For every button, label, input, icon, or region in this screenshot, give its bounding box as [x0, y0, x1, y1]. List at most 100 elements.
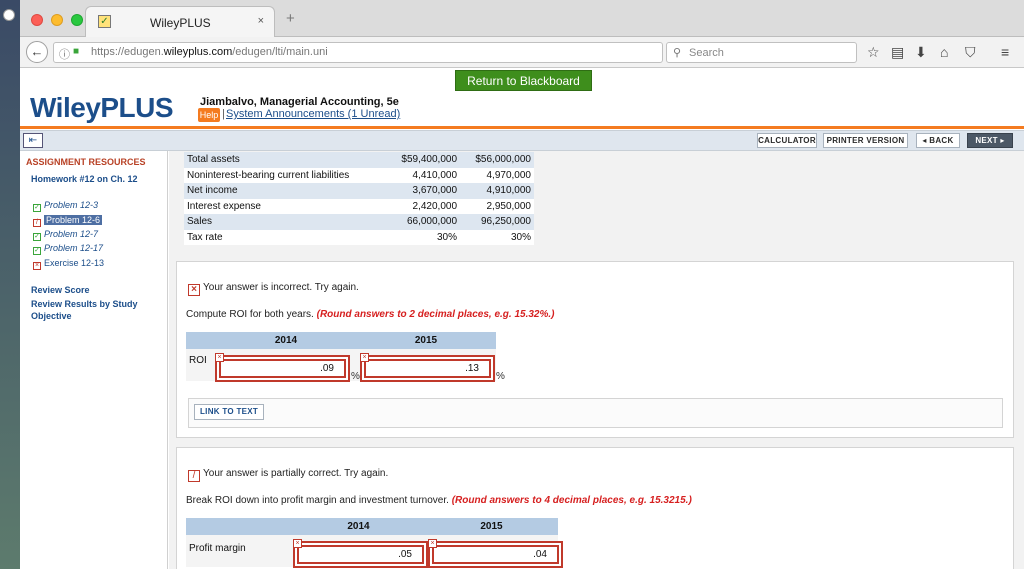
- link-to-text-area: LINK TO TEXT: [188, 398, 1003, 428]
- roi-2015-input[interactable]: .13: [364, 359, 491, 378]
- value-2014: 2,420,000: [386, 198, 461, 214]
- search-icon: ⚲: [673, 47, 682, 59]
- wileyplus-logo: WileyPLUS: [30, 92, 174, 123]
- roi-label: ROI: [189, 355, 207, 366]
- lock-icon: ■: [73, 46, 80, 57]
- menu-icon[interactable]: ≡: [1001, 45, 1009, 59]
- browser-window: ✓ WileyPLUS × + ← ⓘ ■ https://edugen.wil…: [20, 0, 1024, 569]
- value-2015: 2,950,000: [460, 198, 534, 214]
- roi-2014-input[interactable]: .09: [219, 359, 346, 378]
- question-text: Break ROI down into profit margin and in…: [186, 495, 692, 506]
- table-row: Sales 66,000,000 96,250,000: [184, 214, 534, 230]
- value-2015: 4,910,000: [460, 183, 534, 199]
- table-row: Tax rate 30% 30%: [184, 229, 534, 245]
- value-2014: $59,400,000: [386, 152, 461, 168]
- assignment-resources-heading: ASSIGNMENT RESOURCES: [26, 157, 146, 167]
- maximize-window-button[interactable]: [71, 14, 83, 26]
- system-announcements-link[interactable]: System Announcements (1 Unread): [226, 108, 400, 120]
- download-icon[interactable]: ⬇: [915, 45, 927, 59]
- rounding-hint: (Round answers to 4 decimal places, e.g.…: [451, 495, 692, 506]
- calculator-button[interactable]: CALCULATOR: [757, 133, 817, 148]
- home-icon[interactable]: ⌂: [940, 45, 948, 59]
- table-row: Net income 3,670,000 4,910,000: [184, 183, 534, 199]
- value-2014: 4,410,000: [386, 167, 461, 183]
- browser-tab[interactable]: ✓ WileyPLUS ×: [85, 6, 275, 37]
- value-2015: 96,250,000: [460, 214, 534, 230]
- homework-link[interactable]: Homework #12 on Ch. 12: [31, 173, 156, 185]
- close-tab-icon[interactable]: ×: [258, 15, 264, 27]
- row-label: Noninterest-bearing current liabilities: [184, 167, 387, 183]
- error-x-icon: ×: [293, 539, 302, 548]
- column-2014: 2014: [347, 521, 370, 532]
- row-label: Sales: [184, 214, 387, 230]
- profit-margin-2014-input[interactable]: .05: [297, 545, 424, 564]
- desktop-background: [0, 0, 20, 569]
- row-label: Interest expense: [184, 198, 387, 214]
- minimize-window-button[interactable]: [51, 14, 63, 26]
- help-button[interactable]: Help: [198, 108, 220, 122]
- info-icon[interactable]: ⓘ: [59, 46, 70, 62]
- error-x-icon: ×: [428, 539, 437, 548]
- value-2014: 30%: [386, 229, 461, 245]
- answer-header-row: 2014 2015: [186, 332, 496, 349]
- bookmark-star-icon[interactable]: ☆: [867, 45, 880, 59]
- completed-check-icon: ✓: [33, 204, 41, 212]
- table-row: Interest expense 2,420,000 2,950,000: [184, 198, 534, 214]
- header-divider: [20, 126, 1024, 129]
- printer-version-button[interactable]: PRINTER VERSION: [823, 133, 908, 148]
- tab-title: WileyPLUS: [150, 16, 211, 30]
- review-results-link[interactable]: Review Results by Study Objective: [31, 298, 161, 322]
- value-2015: 30%: [460, 229, 534, 245]
- row-label: Tax rate: [184, 229, 387, 245]
- value-2015: $56,000,000: [460, 152, 534, 168]
- question-part-profit-margin: / Your answer is partially correct. Try a…: [176, 447, 1014, 569]
- table-row: Noninterest-bearing current liabilities 4…: [184, 167, 534, 183]
- partial-icon: /: [33, 219, 41, 227]
- sidebar-toggle-icon[interactable]: ⇤: [23, 133, 43, 148]
- profit-margin-label: Profit margin: [189, 543, 246, 554]
- rounding-hint: (Round answers to 2 decimal places, e.g.…: [316, 309, 555, 320]
- close-window-button[interactable]: [31, 14, 43, 26]
- row-label: Total assets: [184, 152, 387, 168]
- pocket-icon[interactable]: ⛉: [965, 45, 976, 59]
- partially-correct-icon: /: [188, 470, 200, 482]
- column-2014: 2014: [274, 335, 298, 346]
- profit-margin-2015-input[interactable]: .04: [432, 545, 559, 564]
- sidebar-item-problem-12-6[interactable]: / Problem 12-6: [33, 215, 103, 227]
- new-tab-button[interactable]: +: [286, 10, 295, 27]
- incorrect-status: × Your answer is incorrect. Try again.: [188, 282, 359, 296]
- return-to-blackboard-button[interactable]: Return to Blackboard: [455, 70, 592, 91]
- sidebar-item-problem-12-3[interactable]: ✓ Problem 12-3: [33, 200, 98, 212]
- reading-list-icon[interactable]: ▤: [891, 45, 904, 59]
- sidebar-item-exercise-12-13[interactable]: × Exercise 12-13: [33, 258, 104, 270]
- completed-check-icon: ✓: [33, 247, 41, 255]
- sidebar-item-problem-12-7[interactable]: ✓ Problem 12-7: [33, 229, 98, 241]
- value-2014: 66,000,000: [386, 214, 461, 230]
- header-separator: |: [222, 108, 225, 120]
- browser-back-button[interactable]: ←: [26, 41, 48, 63]
- search-input[interactable]: Search: [689, 47, 724, 59]
- percent-unit: %: [496, 371, 505, 382]
- back-button[interactable]: ◂ BACK: [916, 133, 960, 148]
- row-label: Net income: [184, 183, 387, 199]
- address-bar[interactable]: ⓘ ■ https://edugen.wileyplus.com/edugen/…: [53, 42, 685, 66]
- table-row: Total assets $59,400,000 $56,000,000: [184, 152, 534, 168]
- link-to-text-button[interactable]: LINK TO TEXT: [194, 404, 265, 420]
- value-2014: 3,670,000: [386, 183, 461, 199]
- column-2015: 2015: [414, 335, 438, 346]
- answer-header-row: 2014 2015: [186, 518, 558, 535]
- sidebar-item-problem-12-17[interactable]: ✓ Problem 12-17: [33, 243, 103, 255]
- incorrect-x-icon: ×: [188, 284, 200, 296]
- url-text[interactable]: https://edugen.wileyplus.com/edugen/lti/…: [91, 46, 328, 58]
- app-header: Return to Blackboard WileyPLUS Jiambalvo…: [20, 68, 1024, 129]
- incorrect-x-icon: ×: [33, 262, 41, 270]
- next-button[interactable]: NEXT ▸: [967, 133, 1013, 148]
- review-score-link[interactable]: Review Score: [31, 284, 161, 296]
- search-bar[interactable]: ⚲ Search: [666, 42, 857, 63]
- partial-status: / Your answer is partially correct. Try a…: [188, 468, 388, 482]
- question-text: Compute ROI for both years. (Round answe…: [186, 309, 555, 320]
- percent-unit: %: [351, 371, 360, 382]
- question-content: Total assets $59,400,000 $56,000,000 Nonin…: [169, 151, 1024, 569]
- navigation-bar: ← ⓘ ■ https://edugen.wileyplus.com/eduge…: [20, 37, 1024, 68]
- tab-bar: ✓ WileyPLUS × +: [20, 0, 1024, 37]
